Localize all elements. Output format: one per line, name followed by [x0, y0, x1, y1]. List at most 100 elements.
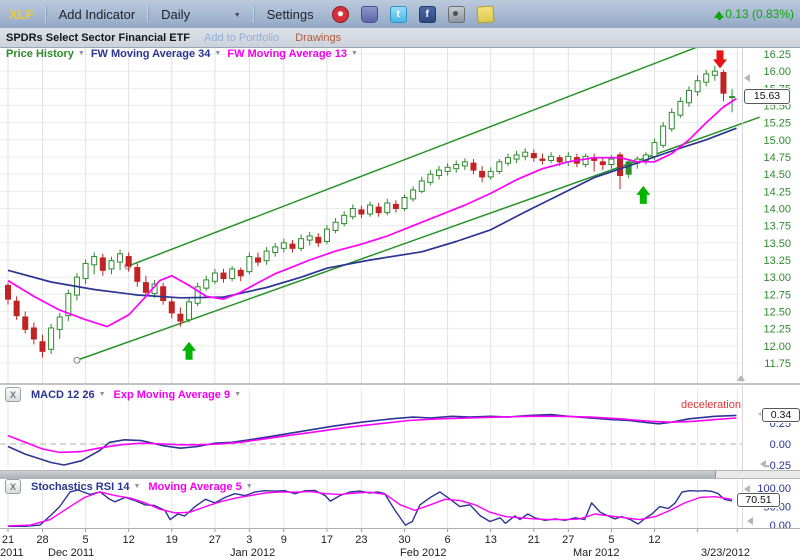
symbol-full-name: SPDRs Select Sector Financial ETF — [0, 32, 196, 44]
charting-app-window: { "toolbar": { "symbol": "XLF", "add_ind… — [0, 0, 800, 559]
drawing-arrows — [182, 50, 727, 359]
stoch-axis-labels: 100.0050.000.00 — [757, 483, 791, 532]
chevron-down-icon[interactable]: ▼ — [234, 12, 241, 19]
sticky-note-icon[interactable] — [476, 5, 494, 23]
svg-text:Dec 2011: Dec 2011 — [48, 547, 94, 559]
svg-text:21: 21 — [528, 534, 540, 546]
svg-text:12.50: 12.50 — [763, 307, 791, 319]
chevron-down-icon[interactable]: ▼ — [246, 483, 253, 490]
svg-text:11.75: 11.75 — [764, 358, 791, 370]
axis-scroll-up-icon — [737, 375, 745, 381]
toolbar-divider — [147, 6, 149, 22]
macd-pane-header: X MACD 12 26 ▼ Exp Moving Average 9 ▼ — [5, 387, 241, 402]
svg-text:17: 17 — [321, 534, 333, 546]
stoch-overlay-label[interactable]: Moving Average 5 — [148, 481, 241, 493]
svg-text:21: 21 — [2, 534, 14, 546]
svg-text:Jan 2012: Jan 2012 — [230, 547, 275, 559]
axis-marker-icon — [760, 460, 766, 468]
stoch-pane-header: X Stochastics RSI 14 ▼ Moving Average 5 … — [5, 479, 253, 494]
time-scrollbar[interactable] — [0, 470, 800, 479]
svg-text:28: 28 — [36, 534, 48, 546]
close-icon[interactable]: X — [5, 479, 21, 494]
svg-text:13.25: 13.25 — [763, 255, 791, 267]
svg-text:0.00: 0.00 — [770, 520, 791, 532]
svg-text:14.75: 14.75 — [763, 152, 791, 164]
last-price-box: 15.63 — [744, 89, 790, 104]
chevron-down-icon[interactable]: ▼ — [234, 391, 241, 398]
svg-text:30: 30 — [398, 534, 410, 546]
legend-ma13[interactable]: FW Moving Average 13▼ — [227, 48, 358, 60]
twitter-icon[interactable]: t — [390, 6, 407, 23]
add-indicator-button[interactable]: Add Indicator — [49, 7, 146, 22]
facebook-icon[interactable]: f — [419, 6, 436, 23]
macd-title[interactable]: MACD 12 26 — [31, 389, 95, 401]
timeframe-dropdown[interactable]: Daily ▼ — [151, 7, 250, 22]
svg-text:5: 5 — [83, 534, 89, 546]
svg-text:12.25: 12.25 — [763, 324, 791, 336]
svg-text:15.25: 15.25 — [763, 118, 791, 130]
svg-text:Feb 2012: Feb 2012 — [400, 547, 446, 559]
candlestick-series — [6, 66, 735, 358]
stoch-value-box: 70.51 — [737, 493, 780, 507]
drawings-menu[interactable]: Drawings — [287, 32, 349, 44]
svg-text:0.00: 0.00 — [770, 439, 791, 451]
database-icon[interactable] — [361, 6, 378, 23]
axis-marker-icon — [747, 517, 753, 525]
camera-icon[interactable] — [448, 6, 465, 23]
stoch-ma-line — [8, 492, 732, 526]
deceleration-annotation[interactable]: deceleration — [681, 399, 741, 411]
svg-text:6: 6 — [445, 534, 451, 546]
legend-ma34[interactable]: FW Moving Average 34▼ — [91, 48, 222, 60]
svg-text:16.00: 16.00 — [763, 66, 791, 78]
macd-overlay-label[interactable]: Exp Moving Average 9 — [114, 389, 231, 401]
svg-text:13.00: 13.00 — [763, 272, 791, 284]
scrollbar-thumb[interactable] — [0, 471, 716, 478]
price-change-indicator: 0.13 (0.83%) — [714, 7, 800, 21]
trendline[interactable] — [128, 40, 715, 266]
chevron-down-icon[interactable]: ▼ — [133, 483, 140, 490]
macd-line — [8, 415, 736, 465]
svg-text:2011: 2011 — [0, 547, 24, 559]
svg-text:15.00: 15.00 — [763, 135, 791, 147]
svg-text:13.50: 13.50 — [763, 238, 791, 250]
toolbar-divider — [253, 6, 255, 22]
chevron-down-icon[interactable]: ▼ — [78, 50, 85, 57]
macd-value-box: 0.34 — [762, 408, 800, 422]
svg-text:12: 12 — [123, 534, 135, 546]
up-arrow-drawing[interactable] — [636, 186, 650, 204]
alarm-clock-icon[interactable] — [332, 6, 349, 23]
chevron-down-icon[interactable]: ▼ — [214, 50, 221, 57]
svg-text:3: 3 — [246, 534, 252, 546]
svg-text:27: 27 — [209, 534, 221, 546]
svg-text:19: 19 — [166, 534, 178, 546]
price-pane-legend: Price History▼ FW Moving Average 34▼ FW … — [6, 48, 364, 60]
up-arrow-drawing[interactable] — [182, 342, 196, 360]
chevron-down-icon[interactable]: ▼ — [351, 50, 358, 57]
svg-text:14.25: 14.25 — [763, 186, 791, 198]
axis-marker-icon — [744, 485, 750, 493]
svg-text:Mar 2012: Mar 2012 — [573, 547, 619, 559]
svg-text:23: 23 — [355, 534, 367, 546]
stoch-title[interactable]: Stochastics RSI 14 — [31, 481, 129, 493]
timeframe-value: Daily — [161, 7, 190, 22]
svg-text:16.25: 16.25 — [763, 49, 791, 61]
add-to-portfolio-link[interactable]: Add to Portfolio — [196, 32, 287, 44]
svg-text:3/23/2012: 3/23/2012 — [701, 547, 750, 559]
close-icon[interactable]: X — [5, 387, 21, 402]
date-axis-labels: 212851219273917233061321275122011Dec 201… — [0, 534, 750, 559]
svg-text:27: 27 — [562, 534, 574, 546]
axis-marker-icon — [744, 74, 750, 82]
legend-price-history[interactable]: Price History▼ — [6, 48, 85, 60]
svg-text:13: 13 — [485, 534, 497, 546]
svg-text:9: 9 — [281, 534, 287, 546]
change-text: 0.13 (0.83%) — [725, 7, 794, 21]
symbol-info-bar: SPDRs Select Sector Financial ETF Add to… — [0, 28, 800, 48]
settings-button[interactable]: Settings — [257, 7, 324, 22]
chevron-down-icon[interactable]: ▼ — [99, 391, 106, 398]
trendline-handle[interactable] — [74, 357, 80, 363]
toolbar-icon-group: t f — [332, 6, 494, 23]
up-arrow-stem — [718, 15, 721, 20]
svg-text:5: 5 — [608, 534, 614, 546]
symbol-ticker[interactable]: XLF — [0, 7, 43, 22]
toolbar-divider — [45, 6, 47, 22]
